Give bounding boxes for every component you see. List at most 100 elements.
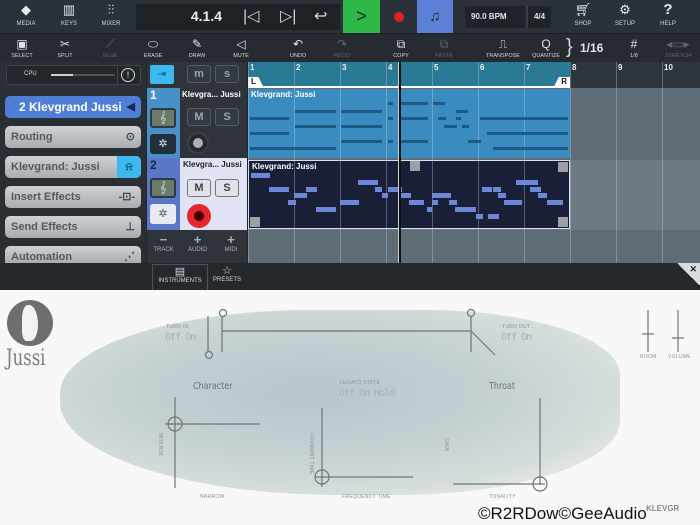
turn-out-toggle[interactable]: Off On [501,332,532,343]
midi-note[interactable] [340,200,360,206]
erase-tool[interactable]: ⬭ ERASE [131,36,175,59]
midi-note[interactable] [294,193,307,199]
midi-note[interactable] [529,186,542,192]
midi-note[interactable] [340,109,382,113]
midi-note[interactable] [547,200,564,206]
midi-note[interactable] [455,109,469,113]
midi-note[interactable] [432,193,451,199]
midi-note[interactable] [409,200,425,206]
play-button[interactable]: > [343,0,380,33]
arrange-view[interactable]: L R 1 2 3 4 5 6 7 8 9 10 Klevgrand: Jussi Klevgra… [248,62,700,263]
turn-out-knob[interactable] [466,308,476,318]
automation-button[interactable]: Automation ⋰ [5,246,141,263]
resize-handle[interactable] [558,217,568,227]
track-expand-button[interactable]: ⇥ [150,65,174,84]
midi-note[interactable] [305,186,318,192]
rewind-icon[interactable]: |◁ [243,6,259,26]
resize-handle[interactable] [250,217,260,227]
track-2-mute[interactable]: M [187,179,211,197]
keys-button[interactable]: ▥ KEYS [47,0,91,33]
split-tool[interactable]: ✂ SPLIT [43,36,87,59]
draw-tool[interactable]: ✎ DRAW [175,36,219,59]
resize-handle[interactable] [558,162,568,172]
midi-note[interactable] [487,213,499,219]
midi-note[interactable] [455,207,476,212]
midi-note[interactable] [374,186,382,192]
track-1-solo[interactable]: S [215,108,239,126]
track-name-button[interactable]: 2 Klevgrand Jussi ◀ [5,96,141,118]
global-solo-button[interactable]: s [215,65,239,83]
midi-note[interactable] [433,102,445,105]
midi-note[interactable] [504,200,523,206]
help-button[interactable]: ? HELP [646,0,690,33]
midi-note[interactable] [475,213,484,219]
undo-button[interactable]: ↶ UNDO [276,36,320,59]
shop-button[interactable]: 🛒︎ SHOP [561,0,605,33]
midi-note[interactable] [486,132,569,135]
transpose-button[interactable]: ⎍ TRANSPOSE [481,36,525,59]
playhead[interactable] [397,62,401,263]
midi-note[interactable] [432,200,438,206]
loop-left-marker[interactable]: L [248,77,263,86]
turn-in-knob[interactable] [204,350,214,360]
global-mute-button[interactable]: m [187,65,211,83]
setup-button[interactable]: ⚙ SETUP [603,0,647,33]
add-audio-track-button[interactable]: + AUDIO [181,232,214,263]
stretch-button[interactable]: ◂▭▸ STRETCH [656,36,700,59]
mixer-button[interactable]: ⫶⫶ MIXER [89,0,133,33]
metronome-button[interactable]: ♫ [417,0,453,33]
track-2-record-arm[interactable] [187,204,211,228]
midi-note[interactable] [250,173,270,178]
midi-note[interactable] [481,186,492,192]
midi-note[interactable] [444,124,457,128]
midi-note[interactable] [340,139,382,143]
tab-presets[interactable]: ☆ PRESETS [210,264,244,290]
midi-note[interactable] [427,207,433,212]
midi-note[interactable] [358,179,379,185]
midi-note[interactable] [294,109,336,113]
midi-note[interactable] [249,147,336,150]
midi-note[interactable] [381,193,389,199]
quantize-value[interactable]: 1/16 [580,41,603,55]
resize-handle[interactable] [409,161,420,171]
track-1-mute[interactable]: M [187,108,211,126]
midi-note[interactable] [538,193,548,199]
tempo-display[interactable]: 90.0 BPM [465,6,525,28]
midi-note[interactable] [340,124,382,128]
midi-note[interactable] [398,117,428,120]
remove-track-button[interactable]: − TRACK [147,232,180,263]
midi-note[interactable] [438,117,446,120]
midi-note[interactable] [515,179,539,185]
time-signature[interactable]: 4/4 [527,6,551,28]
close-panel-button[interactable]: ✕ [676,263,700,285]
midi-note[interactable] [269,186,290,192]
turn-in-toggle[interactable]: Off On [165,332,196,343]
quantize-button[interactable]: Q QUANTIZE [524,36,568,59]
alert-icon[interactable]: ! [121,68,135,82]
midi-note[interactable] [387,139,394,143]
mute-tool[interactable]: ◁ MUTE [219,36,263,59]
midi-note[interactable] [468,139,482,143]
loop-right-marker[interactable]: R [554,77,570,86]
tab-instruments[interactable]: ▤ INSTRUMENTS [152,264,208,290]
midi-note[interactable] [498,193,506,199]
instrument-button[interactable]: Klevgrand: Jussi ⍾ [5,156,141,178]
monitor-icon[interactable]: ✲ [150,204,176,224]
routing-button[interactable]: Routing ⊙ [5,126,141,148]
midi-note[interactable] [493,186,501,192]
midi-note[interactable] [449,200,457,206]
loop-icon[interactable]: ↩ [314,6,327,26]
instrument-icon[interactable]: 𝄞 [150,178,176,198]
midi-note[interactable] [398,139,428,143]
glue-tool[interactable]: ⟋ GLUE [88,36,132,59]
midi-note[interactable] [399,193,411,199]
midi-note[interactable] [288,200,296,206]
midi-note[interactable] [455,117,461,120]
midi-note[interactable] [493,147,569,150]
legato-toggle[interactable]: Off On Hold [339,388,395,399]
send-effects-button[interactable]: Send Effects ⊥ [5,216,141,238]
instrument-icon[interactable]: 𝄞 [150,108,176,128]
track-2-solo[interactable]: S [215,179,239,197]
midi-note[interactable] [294,124,336,128]
midi-note[interactable] [462,124,470,128]
